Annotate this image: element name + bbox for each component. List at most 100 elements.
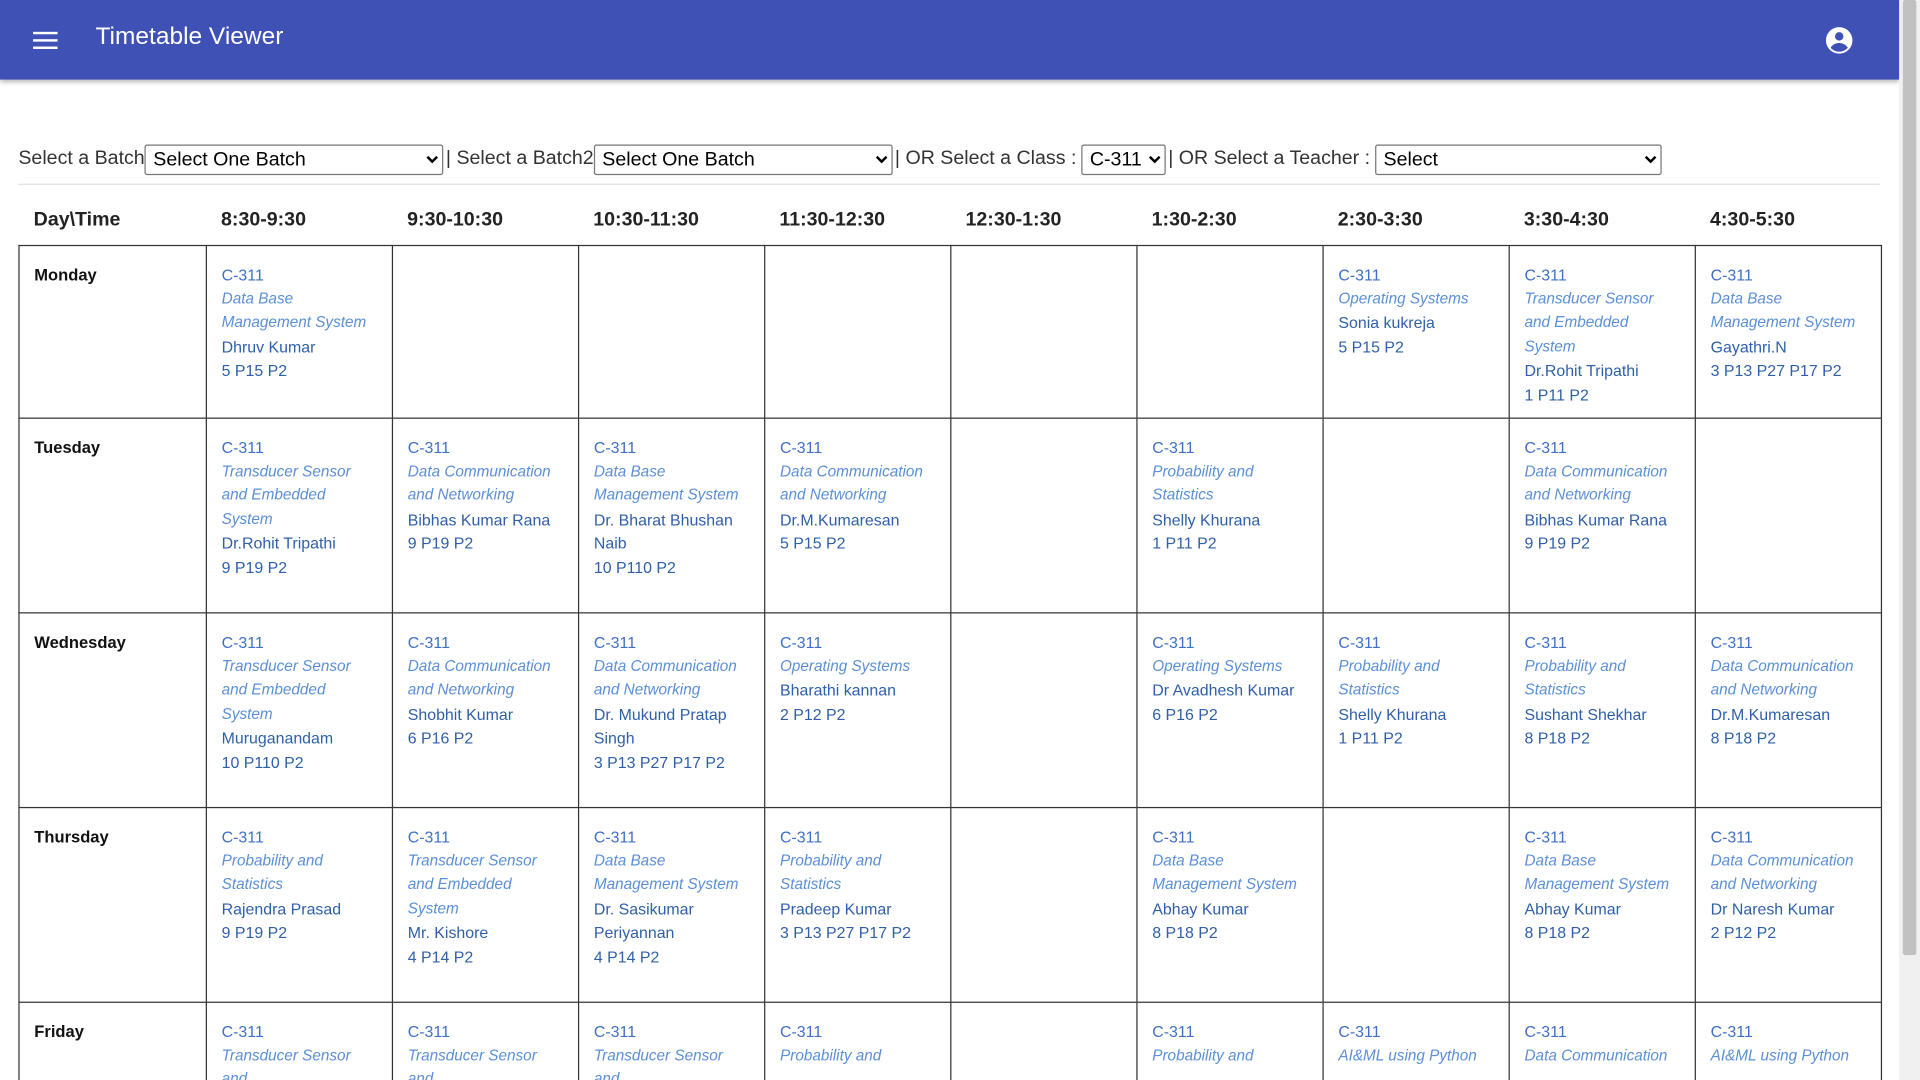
- app-bar: Timetable Viewer: [0, 0, 1900, 80]
- timetable-row: Thursday C-311 Probability and Statistics R…: [18, 806, 1883, 1003]
- room-label: C-311: [1152, 1022, 1195, 1041]
- room-label: C-311: [1338, 265, 1381, 285]
- timetable-cell: C-311 Data Communication and Networking Dr…: [577, 612, 766, 809]
- vertical-scrollbar[interactable]: [1899, 0, 1920, 1080]
- subject-label: Probability and Statistics: [1152, 462, 1254, 504]
- time-slot-header: 11:30-12:30: [779, 209, 886, 231]
- room-label: C-311: [593, 1022, 637, 1041]
- batch-codes: 2 P12 P2: [780, 704, 846, 724]
- subject-label: Operating Systems: [1152, 656, 1283, 675]
- room-label: C-311: [1338, 633, 1381, 652]
- batch-codes: 5 P15 P2: [780, 533, 846, 553]
- room-label: C-311: [1710, 633, 1753, 652]
- room-label: C-311: [1338, 1022, 1381, 1041]
- room-label: C-311: [407, 633, 450, 652]
- teacher-name: Bibhas Kumar Rana: [1524, 510, 1667, 529]
- empty-cell: [391, 244, 580, 419]
- subject-label: Operating Systems: [1338, 289, 1469, 307]
- teacher-name: Dr. Sasikumar Periyannan: [593, 899, 694, 942]
- subject-label: Probability and Statistics: [1338, 656, 1440, 698]
- teacher-name: Dr. Bharat Bhushan Naib: [593, 510, 733, 553]
- timetable-cell: C-311 Transducer Sensor and: [391, 1001, 580, 1080]
- timetable-cell: C-311 Transducer Sensor and Embedded Syst…: [205, 417, 394, 614]
- subject-label: Operating Systems: [780, 656, 911, 675]
- batch-codes: 5 P15 P2: [1338, 337, 1404, 356]
- subject-label: Data Communication and Networking: [407, 462, 551, 504]
- room-label: C-311: [407, 827, 450, 847]
- time-slot-header: 10:30-11:30: [593, 209, 699, 231]
- hamburger-menu-icon[interactable]: [27, 24, 64, 56]
- day-time-header: Day\Time: [33, 209, 121, 231]
- timetable-cell: C-311 Data Communication: [1508, 1001, 1696, 1080]
- batch-codes: 2 P12 P2: [1710, 923, 1777, 942]
- filter-bar: Select a Batch Select One Batch | Select…: [18, 142, 1662, 176]
- batch-select[interactable]: Select One Batch: [144, 143, 444, 175]
- room-label: C-311: [1152, 633, 1195, 652]
- batch-codes: 3 P13 P27 P17 P2: [1710, 361, 1842, 380]
- room-label: C-311: [780, 827, 823, 847]
- batch-codes: 1 P11 P2: [1338, 728, 1403, 747]
- teacher-name: Gayathri.N: [1710, 337, 1787, 356]
- room-label: C-311: [1524, 438, 1567, 457]
- timetable-cell: C-311 Data Base Management System Abhay Ku…: [1136, 806, 1324, 1003]
- timetable-cell: C-311 Probability and Statistics Pradeep K…: [764, 806, 952, 1003]
- timetable-cell: C-311 Transducer Sensor and Embedded Syst…: [391, 806, 580, 1003]
- teacher-select[interactable]: Select: [1374, 143, 1662, 175]
- batch-codes: 3 P13 P27 P17 P2: [593, 752, 725, 771]
- teacher-name: Dr. Mukund Pratap Singh: [593, 704, 727, 747]
- timetable-row: Wednesday C-311 Transducer Sensor and Embe…: [18, 612, 1883, 809]
- timetable-cell: C-311 Data Communication and Networking Dr…: [1694, 612, 1883, 809]
- room-label: C-311: [1710, 265, 1753, 285]
- timetable-cell: C-311 Data Base Management System Gayathri…: [1694, 244, 1883, 419]
- room-label: C-311: [1152, 827, 1195, 847]
- batch-codes: 6 P16 P2: [1152, 704, 1218, 724]
- room-label: C-311: [593, 633, 637, 652]
- teacher-name: Dr.M.Kumaresan: [780, 510, 900, 529]
- subject-label: Data Base Management System: [1524, 851, 1670, 893]
- teacher-name: Abhay Kumar: [1524, 899, 1621, 918]
- empty-cell: [577, 244, 766, 419]
- day-label: Friday: [18, 1001, 207, 1080]
- room-label: C-311: [407, 1022, 450, 1041]
- timetable-cell: C-311 Probability and Statistics Shelly Kh…: [1322, 612, 1510, 809]
- day-label: Monday: [18, 244, 207, 419]
- teacher-name: Shelly Khurana: [1338, 704, 1447, 724]
- timetable-cell: C-311 Transducer Sensor and Embedded Syst…: [1508, 244, 1696, 419]
- teacher-name: Sushant Shekhar: [1524, 704, 1647, 724]
- timetable-cell: C-311 Operating Systems Bharathi kannan 2 P…: [764, 612, 952, 809]
- batch-codes: 4 P14 P2: [407, 947, 474, 966]
- timetable-cell: C-311 AI&ML using Python: [1694, 1001, 1883, 1080]
- empty-cell: [950, 806, 1138, 1003]
- batch2-select[interactable]: Select One Batch: [593, 143, 893, 175]
- batch-label: Select a Batch: [18, 148, 145, 169]
- timetable: Day\Time 8:30-9:30 9:30-10:30 10:30-11:30 11…: [18, 196, 1883, 1080]
- room-label: C-311: [1152, 438, 1195, 457]
- subject-label: Probability and Statistics: [221, 851, 323, 893]
- day-label: Tuesday: [18, 417, 207, 614]
- room-label: C-311: [221, 827, 264, 847]
- subject-label: Transducer Sensor and: [221, 1046, 351, 1080]
- timetable-cell: C-311 Data Base Management System Dr. Bhar…: [577, 417, 766, 614]
- timetable-cell: C-311 Data Base Management System Dhruv Ku…: [205, 244, 394, 419]
- batch-codes: 10 P110 P2: [593, 557, 676, 577]
- scrollbar-thumb[interactable]: [1902, 0, 1917, 956]
- timetable-cell: C-311 Transducer Sensor and: [577, 1001, 766, 1080]
- batch-codes: 3 P13 P27 P17 P2: [780, 923, 912, 942]
- teacher-name: Dr.Rohit Tripathi: [221, 533, 336, 553]
- subject-label: Probability and: [780, 1046, 882, 1064]
- class-select[interactable]: C-311: [1081, 143, 1166, 175]
- app-title: Timetable Viewer: [95, 23, 284, 51]
- batch-codes: 1 P11 P2: [1152, 533, 1217, 553]
- subject-label: Transducer Sensor and: [593, 1046, 723, 1080]
- subject-label: Data Communication and Networking: [1524, 462, 1668, 504]
- time-slot-header: 8:30-9:30: [221, 209, 306, 231]
- teacher-name: Rajendra Prasad: [221, 899, 342, 918]
- teacher-name: Pradeep Kumar: [780, 899, 892, 918]
- subject-label: Transducer Sensor and Embedded System: [221, 656, 351, 722]
- timetable-header-row: Day\Time 8:30-9:30 9:30-10:30 10:30-11:30 11…: [19, 196, 1881, 246]
- batch-codes: 9 P19 P2: [221, 557, 288, 577]
- timetable-row: Friday C-311 Transducer Sensor and C-311 Tra…: [18, 1001, 1883, 1080]
- subject-label: Probability and Statistics: [1524, 656, 1626, 698]
- subject-label: Data Base Management System: [593, 851, 739, 893]
- account-circle-icon[interactable]: [1823, 24, 1855, 56]
